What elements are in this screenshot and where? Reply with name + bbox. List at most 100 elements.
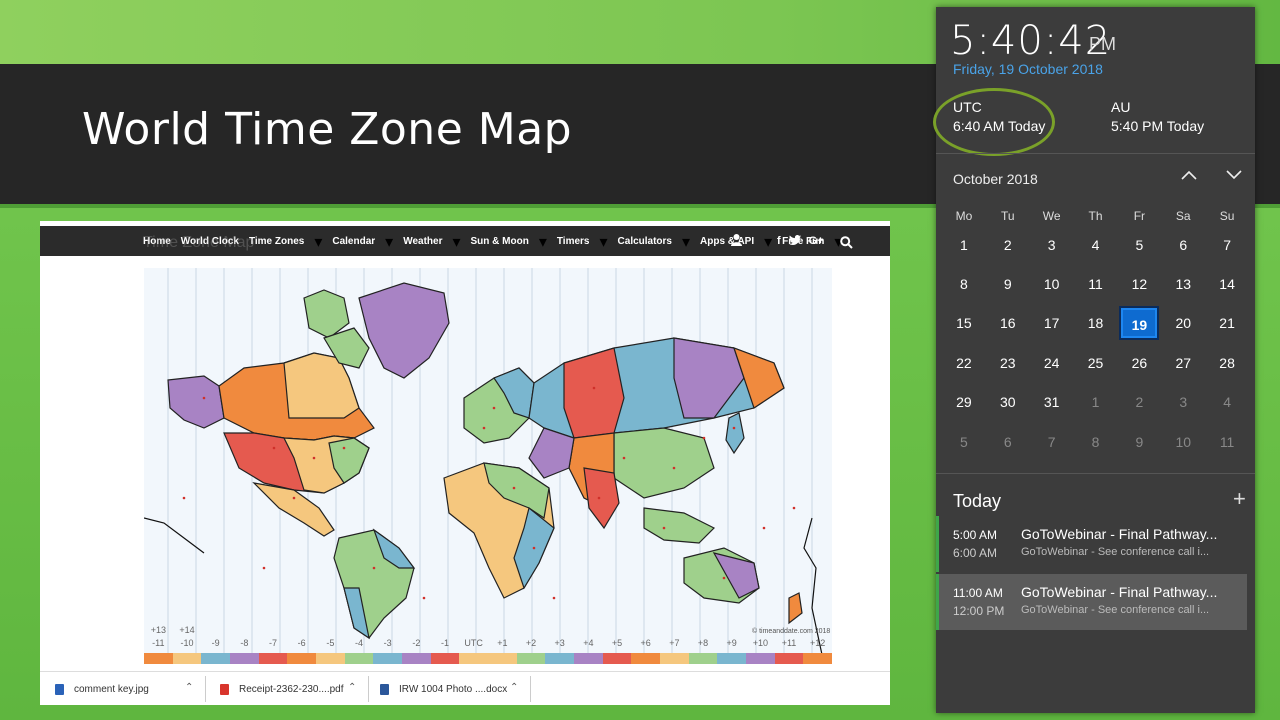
calendar-day[interactable]: 26 [1117, 355, 1161, 371]
calendar-day-today[interactable]: 19 [1119, 306, 1160, 341]
calendar-day[interactable]: 3 [1161, 394, 1205, 410]
clock-date-link[interactable]: Friday, 19 October 2018 [953, 61, 1103, 77]
calendar-day[interactable]: 29 [942, 394, 986, 410]
calendar-day[interactable]: 1 [1074, 394, 1118, 410]
agenda-event-2[interactable]: 11:00 AM 12:00 PM GoToWebinar - Final Pa… [936, 574, 1247, 630]
user-icon[interactable] [730, 233, 743, 249]
calendar-day[interactable]: 10 [1030, 276, 1074, 292]
divider [368, 676, 369, 702]
calendar-day[interactable]: 2 [1117, 394, 1161, 410]
timezone-color-cell [545, 653, 575, 664]
calendar-day[interactable]: 2 [986, 237, 1030, 253]
timezone-label: +9 [726, 638, 737, 648]
agenda-event-1[interactable]: 5:00 AM 6:00 AM GoToWebinar - Final Path… [936, 516, 1247, 572]
calendar-day[interactable]: 1 [942, 237, 986, 253]
calendar-day[interactable]: 9 [1117, 434, 1161, 450]
calendar-day[interactable]: 8 [1074, 434, 1118, 450]
calendar-day[interactable]: 3 [1030, 237, 1074, 253]
calendar-day[interactable]: 5 [1117, 237, 1161, 253]
download-filename: Receipt-2362-230....pdf [239, 683, 344, 695]
event-start: 11:00 AM [953, 586, 1003, 600]
calendar-day[interactable]: 11 [1205, 434, 1249, 450]
calendar-day[interactable]: 22 [942, 355, 986, 371]
divider [936, 473, 1255, 474]
timezone-label: +1 [497, 638, 508, 648]
nav-item-calendar[interactable]: Calendar [332, 236, 375, 247]
calendar-day[interactable]: 24 [1030, 355, 1074, 371]
chevron-up-icon[interactable] [1181, 167, 1197, 185]
calendar-day[interactable]: 6 [986, 434, 1030, 450]
calendar-month[interactable]: October 2018 [953, 171, 1038, 187]
divider [530, 676, 531, 702]
calendar-day[interactable]: 7 [1030, 434, 1074, 450]
calendar-day[interactable]: 8 [942, 276, 986, 292]
calendar-day[interactable]: 7 [1205, 237, 1249, 253]
calendar-day[interactable]: 4 [1074, 237, 1118, 253]
calendar-day[interactable]: 31 [1030, 394, 1074, 410]
calendar-day[interactable]: 14 [1205, 276, 1249, 292]
calendar-day[interactable]: 21 [1205, 315, 1249, 331]
calendar-day[interactable]: 5 [942, 434, 986, 450]
nav-item-calculators[interactable]: Calculators [618, 236, 672, 247]
timezone-color-cell [688, 653, 718, 664]
calendar-day[interactable]: 4 [1205, 394, 1249, 410]
nav-item-weather[interactable]: Weather [403, 236, 442, 247]
calendar-day[interactable]: 30 [986, 394, 1030, 410]
calendar-day[interactable]: 16 [986, 315, 1030, 331]
chevron-down-icon[interactable] [1226, 167, 1242, 185]
calendar-day[interactable]: 19 [1117, 306, 1161, 341]
search-icon[interactable] [840, 234, 853, 253]
calendar-day[interactable]: 17 [1030, 315, 1074, 331]
nav-item-sun-moon[interactable]: Sun & Moon [471, 236, 529, 247]
download-item-2[interactable]: Receipt-2362-230....pdf [220, 672, 344, 705]
timezone-labels: +13 +14 -11 -10 -9 -8 -7 -6 -5 -4 -3 -2 -1 UTC +1 +2 +3 +… [144, 625, 832, 655]
nav-item-timers[interactable]: Timers [557, 236, 590, 247]
calendar-day[interactable]: 12 [1117, 276, 1161, 292]
calendar-day[interactable]: 15 [942, 315, 986, 331]
event-subtitle: GoToWebinar - See conference call i... [1021, 604, 1210, 616]
slide-title: World Time Zone Map [82, 104, 573, 155]
calendar-day[interactable]: 11 [1074, 276, 1118, 292]
calendar-weekday: Su [1219, 209, 1235, 223]
calendar-day[interactable]: 23 [986, 355, 1030, 371]
dropdown-dot-icon: ▾ [538, 231, 547, 251]
event-end: 6:00 AM [953, 546, 998, 560]
calendar-day[interactable]: 27 [1161, 355, 1205, 371]
calendar-day[interactable]: 6 [1161, 237, 1205, 253]
twitter-icon[interactable] [788, 234, 801, 248]
clock-flyout: 5:40:42 PM Friday, 19 October 2018 UTC 6… [933, 7, 1255, 713]
calendar-day[interactable]: 10 [1161, 434, 1205, 450]
calendar-week-row: 8 9 10 11 12 13 14 [942, 264, 1249, 303]
timezone-label: -7 [268, 638, 278, 648]
download-item-3[interactable]: IRW 1004 Photo ....docx [380, 672, 507, 705]
add-event-icon[interactable]: + [1233, 486, 1246, 512]
calendar-day[interactable]: 20 [1161, 315, 1205, 331]
facebook-icon[interactable]: f [777, 235, 781, 247]
gplus-icon[interactable]: G+ [809, 235, 824, 247]
page-title-ghost: Time Zone Map [143, 234, 255, 251]
calendar-weekday-row: Mo Tu We Th Fr Sa Su [942, 207, 1249, 225]
download-filename: comment key.jpg [74, 683, 149, 695]
download-item-1[interactable]: comment key.jpg [55, 672, 149, 705]
timezone-color-cell [631, 653, 661, 664]
timezone-color-cell [172, 653, 202, 664]
agenda-title: Today [953, 491, 1002, 511]
calendar-day[interactable]: 13 [1161, 276, 1205, 292]
chevron-up-icon[interactable]: ⌃ [510, 682, 518, 693]
chevron-up-icon[interactable]: ⌃ [185, 682, 193, 693]
timezone-label: -4 [354, 638, 364, 648]
timezone-label: +3 [554, 638, 565, 648]
calendar-day[interactable]: 18 [1074, 315, 1118, 331]
event-start: 5:00 AM [953, 528, 998, 542]
calendar-day[interactable]: 28 [1205, 355, 1249, 371]
nav-item-time-zones[interactable]: Time Zones [249, 236, 304, 247]
highlight-ring [933, 88, 1055, 156]
website-screenshot: Home World Clock Time Zones ▾ Calendar ▾ Weath… [40, 221, 890, 705]
dropdown-dot-icon: ▾ [599, 231, 608, 251]
social-icons: f G+ [730, 226, 824, 256]
timezone-label: +8 [697, 638, 709, 648]
calendar-day[interactable]: 25 [1074, 355, 1118, 371]
event-title: GoToWebinar - Final Pathway... [1021, 584, 1218, 600]
calendar-day[interactable]: 9 [986, 276, 1030, 292]
chevron-up-icon[interactable]: ⌃ [348, 682, 356, 693]
